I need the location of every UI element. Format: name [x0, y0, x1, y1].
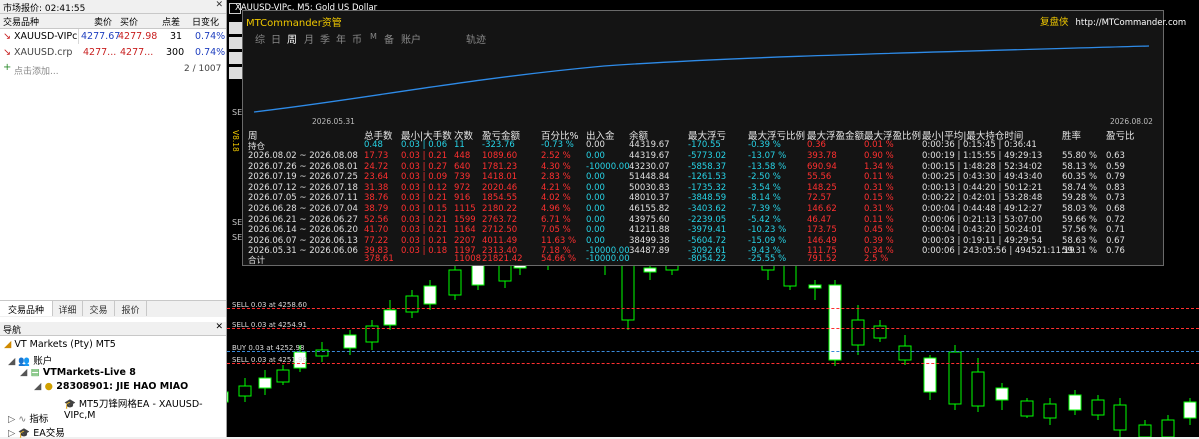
symbol-count: 2 / 1007	[184, 64, 222, 74]
toolbar-icon[interactable]	[229, 67, 242, 79]
order-line[interactable]	[227, 363, 1199, 364]
spread-value: 31	[170, 31, 183, 42]
toolbar-icon[interactable]	[229, 37, 242, 49]
ea-trading-label: EA交易	[33, 428, 65, 439]
tab-trading[interactable]: 交易	[83, 301, 115, 316]
left-panel: 市场报价: 02:41:55 ✕ 交易品种 卖价 买价 点差 日变化 ↘ XAU…	[0, 0, 227, 439]
side-toolbar	[229, 22, 242, 82]
ea-folder-icon: 🎓	[18, 428, 31, 439]
panel-title: MTCommander资管	[246, 18, 342, 29]
tree-accounts[interactable]: ◢ 👥 账户	[8, 353, 52, 367]
server-label: VTMarkets-Live 8	[42, 367, 136, 378]
accounts-label: 账户	[33, 356, 53, 367]
arrow-down-icon: ↘	[3, 47, 11, 58]
ask-value: 4277...	[120, 47, 154, 58]
version-tag: V8.18	[231, 130, 240, 152]
arrow-down-icon: ↘	[3, 31, 11, 42]
ask-value: 4277.98	[118, 31, 158, 42]
symbol-name: XAUUSD-VIPc	[14, 31, 78, 42]
order-line[interactable]	[227, 308, 1199, 309]
period-tabs: 综 日 周 月 季 年 币 M 备 账户 轨迹	[255, 31, 655, 46]
expand-icon: ▷	[8, 428, 16, 439]
expand-icon: ◢	[34, 381, 42, 392]
col-ask[interactable]: 买价	[120, 15, 138, 28]
tab-details[interactable]: 详细	[53, 301, 83, 316]
col-change[interactable]: 日变化	[192, 15, 219, 28]
panel-header-right: 复盘侠 http://MTCommander.com	[1040, 14, 1186, 28]
users-icon: 👥	[18, 356, 31, 367]
market-watch-titlebar: 市场报价: 02:41:55 ✕	[0, 0, 226, 14]
add-symbol-row[interactable]: + 点击添加... 2 / 1007	[0, 62, 226, 77]
order-line[interactable]	[227, 328, 1199, 329]
close-icon[interactable]: ✕	[215, 0, 223, 10]
order-label: SELL 0.03 at 4251.98	[232, 356, 307, 364]
tree-broker[interactable]: ◢ VT Markets (Pty) MT5	[4, 339, 116, 350]
ea-label: MT5刀锋网格EA - XAUUSD-VIPc,M	[64, 399, 203, 421]
expand-icon: ▷	[8, 414, 16, 425]
order-line[interactable]	[227, 351, 1199, 352]
order-label: BUY 0.03 at 4252.98	[232, 344, 305, 352]
expand-icon: ◢	[20, 367, 28, 378]
tab-period[interactable]: M	[370, 32, 377, 41]
order-label: SELL 0.03 at 4258.60	[232, 301, 307, 309]
navigator-title: 导航	[3, 326, 22, 336]
curve-end-date: 2026.08.02	[1110, 117, 1153, 126]
bid-value: 4277...	[83, 47, 117, 58]
server-icon: ▤	[30, 367, 40, 378]
col-bid[interactable]: 卖价	[94, 15, 112, 28]
account-label: 28308901: JIE HAO MIAO	[56, 381, 189, 392]
table-row[interactable]: ↘ XAUUSD.crp 4277... 4277... 300 0.74%	[0, 45, 226, 61]
tab-symbols[interactable]: 交易品种	[0, 301, 53, 316]
change-value: 0.74%	[195, 31, 226, 42]
indicators-label: 指标	[29, 414, 49, 425]
col-spread[interactable]: 点差	[162, 15, 180, 28]
spread-value: 300	[166, 47, 185, 58]
table-row[interactable]: ↘ XAUUSD-VIPc 4277.67 4277.98 31 0.74%	[0, 29, 226, 45]
toolbar-icon[interactable]	[229, 22, 242, 34]
equity-curve	[253, 45, 1150, 113]
broker-icon: ◢	[4, 339, 12, 350]
replay-label[interactable]: 复盘侠	[1040, 17, 1069, 28]
toolbar-icon[interactable]	[229, 52, 242, 64]
tree-server[interactable]: ◢ ▤ VTMarkets-Live 8	[20, 367, 136, 378]
chart-menu-icon[interactable]	[229, 3, 241, 14]
col-symbol[interactable]: 交易品种	[3, 15, 39, 28]
tree-account[interactable]: ◢ ● 28308901: JIE HAO MIAO	[34, 381, 188, 392]
navigator-titlebar: 导航 ✕	[0, 322, 226, 336]
tab-ticks[interactable]: 报价	[115, 301, 147, 316]
market-watch-tabs: 交易品种 详细 交易 报价	[0, 300, 226, 317]
market-watch-header: 交易品种 卖价 买价 点差 日变化	[0, 14, 226, 29]
plus-icon: +	[3, 62, 12, 73]
curve-start-date: 2026.05.31	[312, 117, 355, 126]
bid-value: 4277.67	[81, 31, 121, 42]
market-watch-title: 市场报价: 02:41:55	[3, 4, 86, 14]
add-symbol-label: 点击添加...	[14, 67, 59, 77]
close-icon[interactable]: ✕	[215, 322, 223, 332]
symbol-name: XAUUSD.crp	[14, 47, 73, 58]
change-value: 0.74%	[195, 47, 226, 58]
tree-indicators[interactable]: ▷ ∿ 指标	[8, 411, 48, 425]
panel-url[interactable]: http://MTCommander.com	[1076, 18, 1187, 28]
order-label: SELL 0.03 at 4254.91	[232, 321, 307, 329]
indicator-icon: ∿	[18, 414, 27, 425]
ea-icon: 🎓	[64, 399, 76, 410]
tree-ea[interactable]: 🎓 MT5刀锋网格EA - XAUUSD-VIPc,M	[64, 396, 226, 421]
expand-icon: ◢	[8, 356, 16, 367]
broker-label: VT Markets (Pty) MT5	[14, 339, 116, 350]
user-icon: ●	[44, 381, 53, 392]
